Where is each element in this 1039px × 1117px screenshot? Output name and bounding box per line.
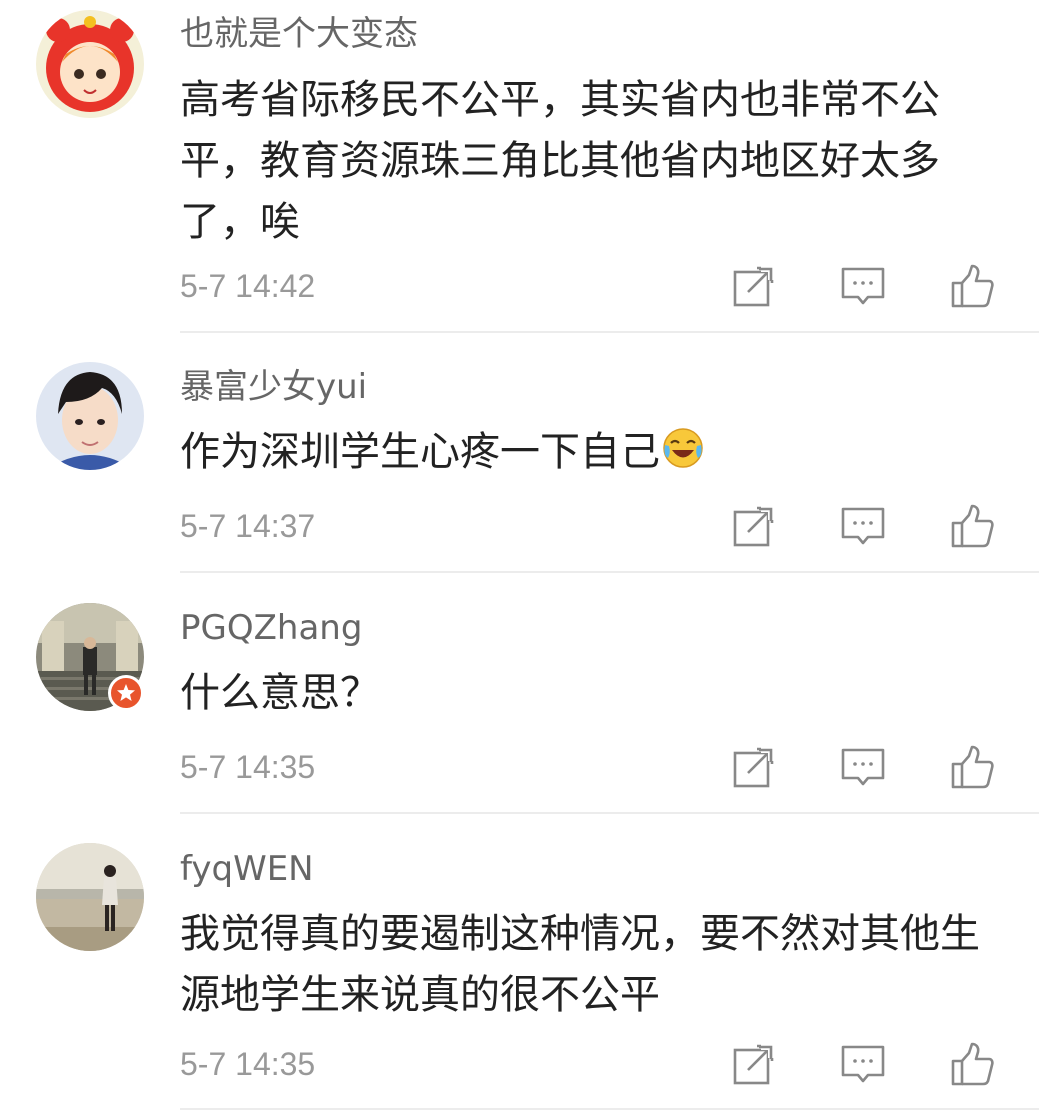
- like-icon[interactable]: [949, 503, 995, 549]
- share-icon[interactable]: [731, 744, 777, 790]
- username[interactable]: fyqWEN: [180, 849, 314, 889]
- reply-icon[interactable]: [840, 744, 886, 790]
- avatar[interactable]: [36, 10, 144, 118]
- like-icon[interactable]: [949, 1041, 995, 1087]
- reply-icon[interactable]: [840, 1041, 886, 1087]
- avatar[interactable]: [36, 362, 144, 470]
- username[interactable]: 暴富少女yui: [180, 367, 367, 407]
- like-icon[interactable]: [949, 744, 995, 790]
- share-icon[interactable]: [731, 263, 777, 309]
- comment-text: 什么意思？: [180, 670, 380, 716]
- comment-text: 作为深圳学生心疼一下自己: [180, 422, 1010, 483]
- username[interactable]: 也就是个大变态: [180, 14, 418, 54]
- timestamp: 5-7 14:35: [180, 1046, 316, 1082]
- share-icon[interactable]: [731, 503, 777, 549]
- divider: [180, 812, 1039, 814]
- divider: [180, 571, 1039, 573]
- timestamp: 5-7 14:37: [180, 508, 316, 544]
- avatar[interactable]: [36, 843, 144, 951]
- timestamp: 5-7 14:35: [180, 749, 316, 785]
- divider: [180, 1108, 1039, 1110]
- comment-text: 我觉得真的要遏制这种情况，要不然对其他生源地学生来说真的很不公平: [180, 911, 980, 1018]
- reply-icon[interactable]: [840, 263, 886, 309]
- reply-icon[interactable]: [840, 503, 886, 549]
- timestamp: 5-7 14:42: [180, 268, 316, 304]
- comment-text-body: 作为深圳学生心疼一下自己: [180, 429, 660, 475]
- comment-text: 高考省际移民不公平，其实省内也非常不公平，教育资源珠三角比其他省内地区好太多了，…: [180, 77, 940, 245]
- share-icon[interactable]: [731, 1041, 777, 1087]
- divider: [180, 331, 1039, 333]
- verified-badge: [108, 675, 144, 711]
- like-icon[interactable]: [949, 263, 995, 309]
- laughing-crying-emoji: [662, 426, 704, 468]
- username[interactable]: PGQZhang: [180, 608, 362, 648]
